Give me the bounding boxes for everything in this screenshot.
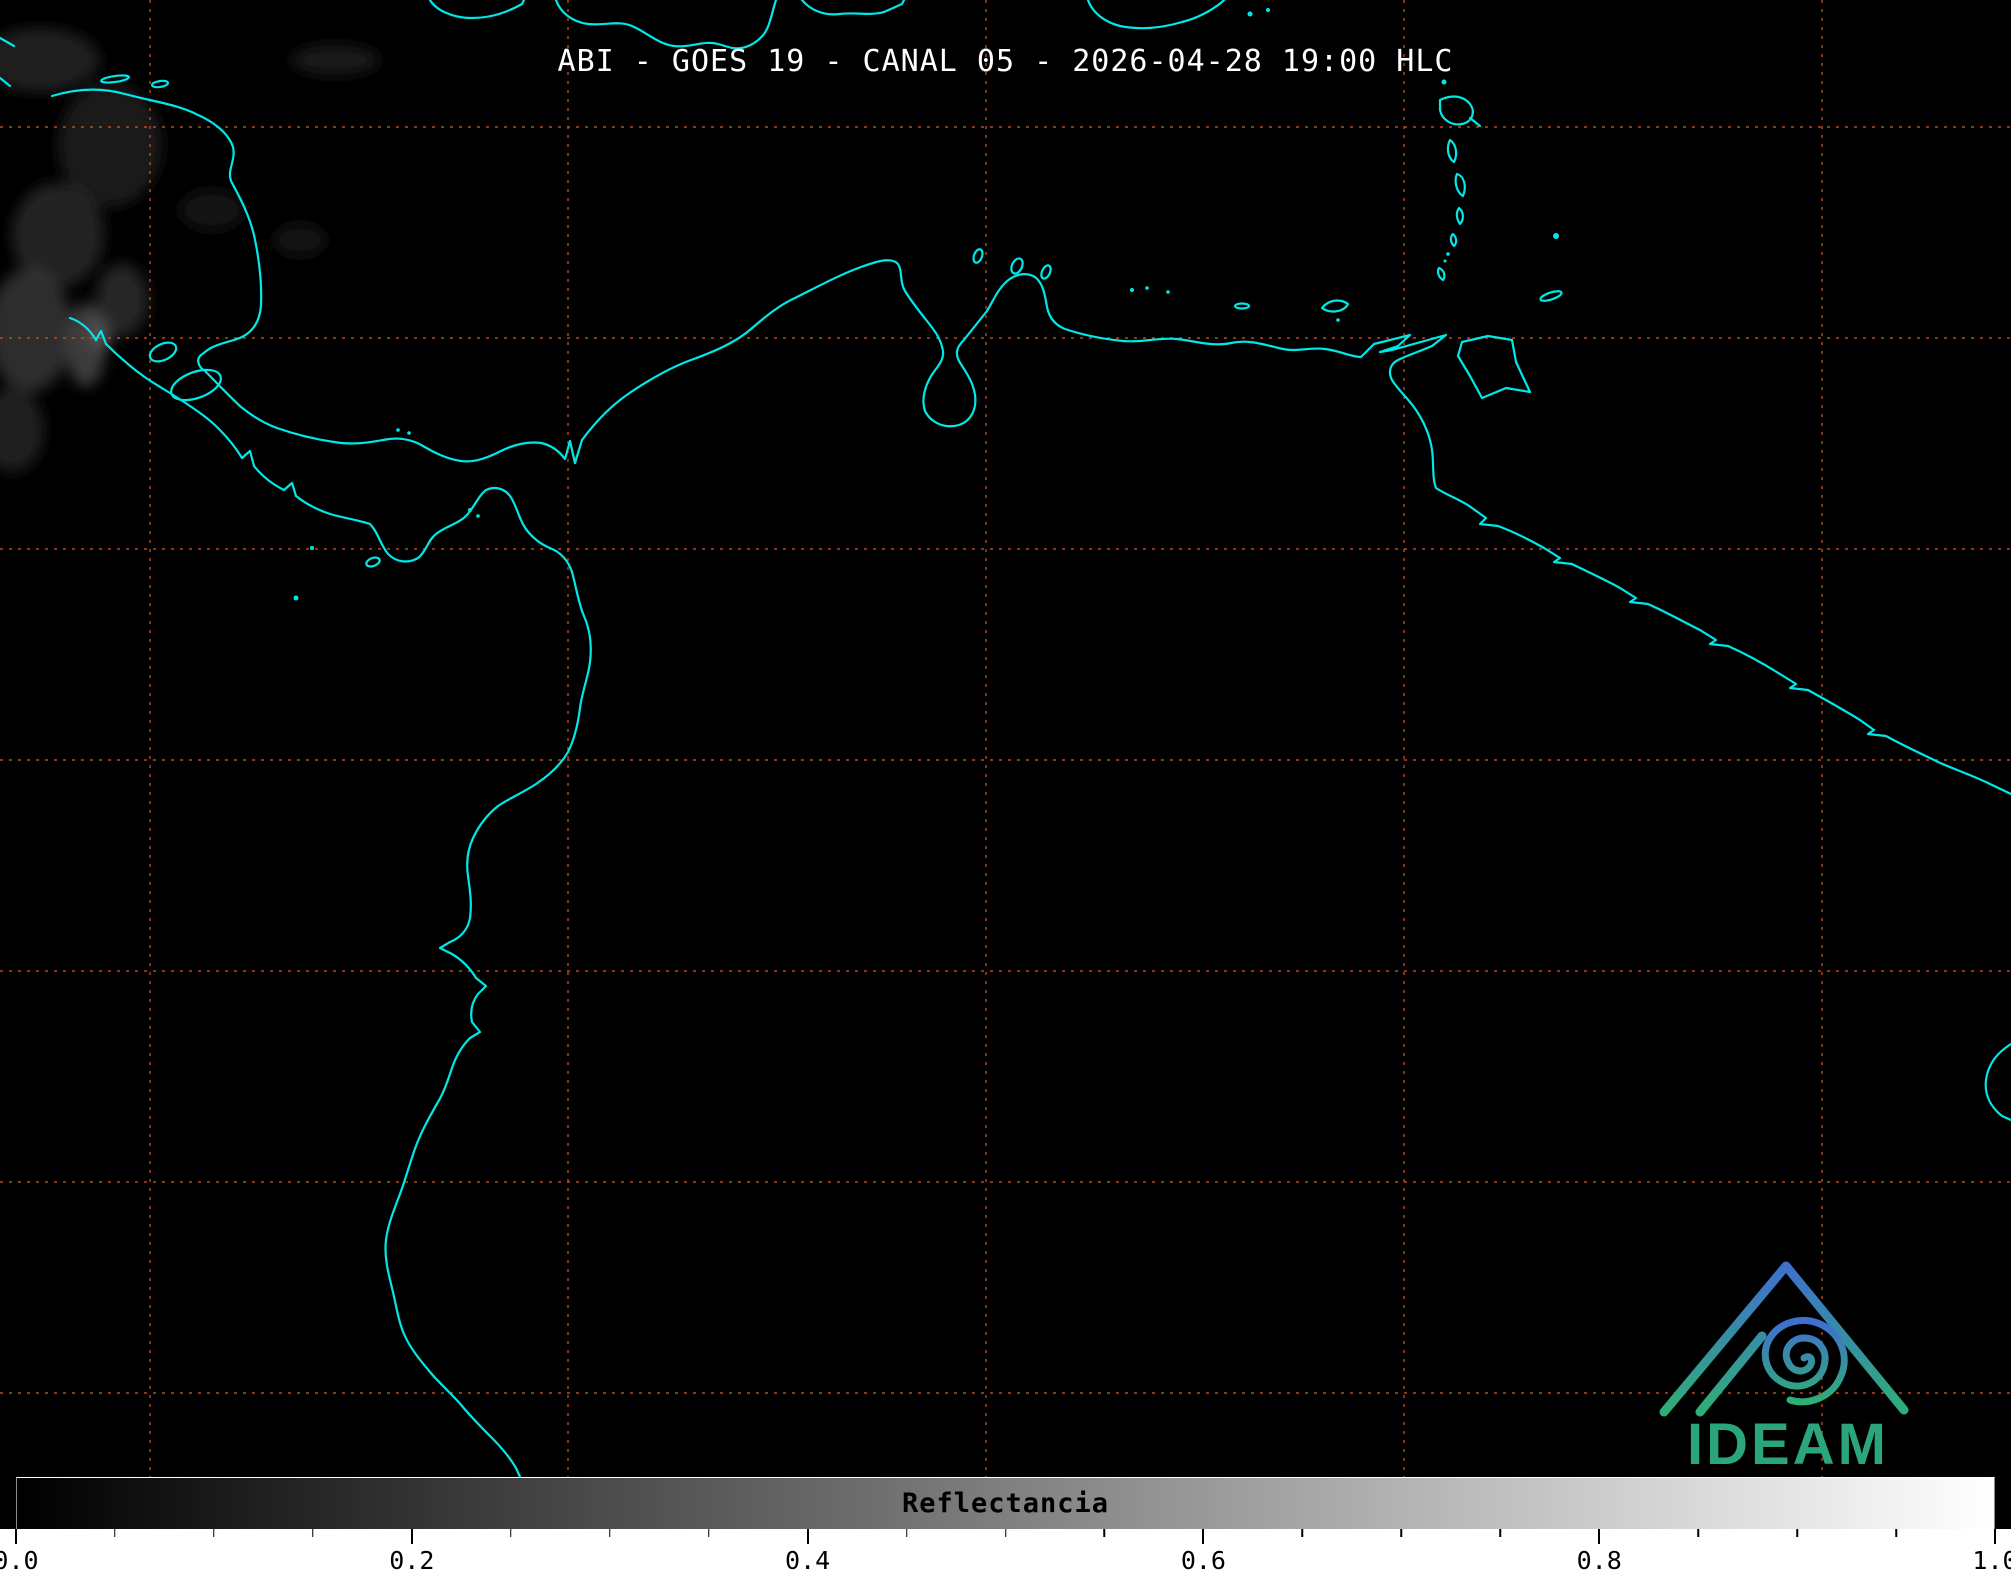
island-bonaire bbox=[1040, 264, 1052, 280]
satellite-map: IDEAM bbox=[0, 0, 2011, 1479]
colorbar-tick bbox=[707, 1529, 710, 1537]
island-dot bbox=[1336, 318, 1340, 322]
coastlines bbox=[0, 0, 2011, 1479]
colorbar-tick bbox=[114, 1529, 116, 1537]
island-martinique bbox=[1454, 172, 1466, 198]
image-title: ABI - GOES 19 - CANAL 05 - 2026-04-28 19… bbox=[557, 44, 1454, 79]
island-coiba bbox=[365, 556, 381, 568]
island-fragment-top bbox=[800, 0, 906, 16]
colorbar-tick bbox=[1796, 1529, 1798, 1537]
lake-nicaragua bbox=[170, 368, 222, 402]
island-dot bbox=[396, 428, 400, 432]
island-grenada bbox=[1436, 266, 1446, 282]
island-curacao bbox=[1010, 257, 1024, 275]
island-guanaja bbox=[150, 79, 170, 89]
lake-managua bbox=[148, 341, 178, 363]
island-puerto-rico bbox=[1086, 0, 1226, 30]
colorbar-tick bbox=[1103, 1529, 1106, 1537]
island-dot bbox=[476, 514, 480, 518]
colorbar-tick bbox=[905, 1529, 908, 1537]
colorbar: Reflectancia 0.0 0.2 0.4 0.6 0.8 1.0 bbox=[0, 1477, 2011, 1577]
logo-mountain bbox=[1659, 1261, 1909, 1417]
island-guadeloupe bbox=[1438, 95, 1482, 128]
colorbar-tick bbox=[1499, 1529, 1501, 1537]
island-trinidad bbox=[1456, 334, 1532, 400]
colorbar-gradient: Reflectancia bbox=[16, 1477, 1995, 1530]
island-la-tortuga bbox=[1233, 302, 1251, 310]
island-dominica bbox=[1446, 138, 1458, 164]
colorbar-tick bbox=[608, 1529, 611, 1537]
islands-venezuela-offshore bbox=[972, 248, 1350, 322]
colorbar-tick bbox=[510, 1529, 512, 1537]
colorbar-tick bbox=[806, 1529, 809, 1544]
satellite-image-viewport: IDEAM ABI - GOES 19 - CANAL 05 - 2026-04… bbox=[0, 0, 2011, 1577]
coastline-pacific-mainland bbox=[68, 316, 592, 1479]
colorbar-tick-label: 0.8 bbox=[1576, 1546, 1622, 1575]
colorbar-tick bbox=[1202, 1529, 1205, 1544]
island-st-vincent bbox=[1449, 232, 1458, 248]
island-tobago bbox=[1539, 290, 1563, 302]
colorbar-axis: 0.0 0.2 0.4 0.6 0.8 1.0 bbox=[0, 1529, 2011, 1577]
colorbar-scale: 0.0 0.2 0.4 0.6 0.8 1.0 bbox=[0, 1529, 2011, 1577]
colorbar-tick bbox=[15, 1529, 17, 1544]
island-san-andres bbox=[293, 595, 299, 601]
ideam-logo: IDEAM bbox=[1659, 1261, 1909, 1477]
island-dot bbox=[1441, 79, 1447, 85]
island-dot bbox=[1266, 8, 1270, 12]
colorbar-tick-label: 0.4 bbox=[785, 1546, 831, 1575]
island-barbados bbox=[1553, 233, 1559, 239]
island-margarita bbox=[1320, 299, 1350, 313]
island-providencia bbox=[310, 546, 314, 550]
colorbar-tick bbox=[1598, 1529, 1601, 1544]
colorbar-tick bbox=[1697, 1529, 1699, 1537]
colorbar-tick bbox=[1301, 1529, 1304, 1537]
graticule bbox=[0, 0, 2011, 1477]
logo-spiral bbox=[1761, 1317, 1848, 1406]
colorbar-tick-label: 1.0 bbox=[1972, 1546, 2011, 1575]
island-dot bbox=[407, 431, 411, 435]
colorbar-tick bbox=[1400, 1529, 1403, 1537]
colorbar-title: Reflectancia bbox=[901, 1488, 1110, 1519]
coast-fragment-right-edge bbox=[1984, 1042, 2011, 1122]
colorbar-tick bbox=[410, 1529, 413, 1544]
island-dot bbox=[1247, 11, 1253, 17]
island-aruba bbox=[972, 248, 984, 264]
logo-text: IDEAM bbox=[1687, 1412, 1889, 1477]
colorbar-tick bbox=[1895, 1529, 1897, 1537]
island-jamaica bbox=[428, 0, 526, 20]
island-dot bbox=[1145, 286, 1149, 290]
colorbar-tick-label: 0.0 bbox=[0, 1546, 39, 1575]
island-hispaniola bbox=[554, 0, 778, 50]
colorbar-tick-label: 0.2 bbox=[389, 1546, 435, 1575]
island-dot bbox=[1130, 288, 1134, 292]
islands-lesser-antilles bbox=[1436, 79, 1563, 302]
island-dot bbox=[1166, 290, 1170, 294]
island-dot bbox=[468, 508, 472, 512]
island-dot bbox=[1446, 252, 1450, 256]
colorbar-tick-label: 0.6 bbox=[1180, 1546, 1226, 1575]
colorbar-tick bbox=[1004, 1529, 1007, 1537]
colorbar-tick bbox=[312, 1529, 314, 1537]
colorbar-tick bbox=[1994, 1529, 1996, 1544]
island-st-lucia bbox=[1455, 206, 1464, 226]
colorbar-tick bbox=[213, 1529, 215, 1537]
island-dot bbox=[1443, 259, 1447, 263]
coastline-caribbean-mainland bbox=[50, 88, 2011, 796]
